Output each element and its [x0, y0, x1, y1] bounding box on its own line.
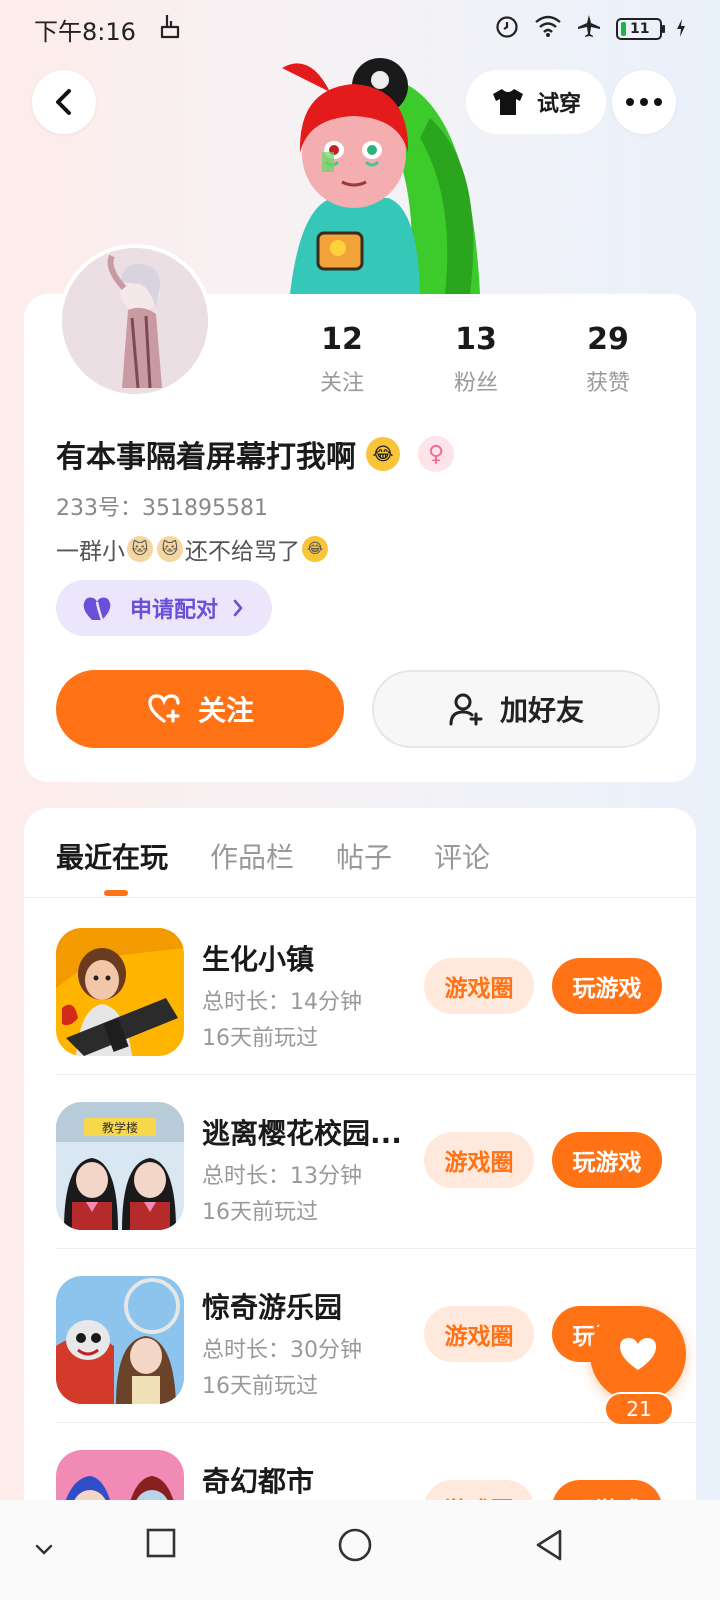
- double-heart-icon: [83, 597, 111, 621]
- nav-recents-button[interactable]: [146, 1528, 176, 1562]
- game-name: 生化小镇: [202, 943, 315, 976]
- game-circle-button[interactable]: 游戏圈: [424, 1132, 534, 1188]
- laughing-emoji-icon: 😂: [366, 437, 400, 471]
- more-dots-icon: [626, 98, 662, 106]
- following-count: 12: [321, 322, 363, 357]
- tshirt-icon: [492, 89, 523, 115]
- battery-icon: 11: [616, 18, 665, 40]
- hand-icon: [158, 13, 182, 45]
- following-stat[interactable]: 12 关注: [282, 322, 402, 397]
- game-last-played: 16天前玩过: [202, 1026, 318, 1051]
- game-name: 逃离樱花校园...: [202, 1117, 402, 1150]
- airplane-icon: [576, 13, 602, 45]
- followers-label: 粉丝: [453, 371, 498, 396]
- system-nav-bar: [0, 1500, 720, 1600]
- active-tab-indicator: [104, 890, 128, 896]
- back-arrow-icon: [56, 89, 71, 115]
- game-list-item[interactable]: 教学楼 逃离樱花校园... 总时长：13分钟 16天前玩过 游戏圈 玩游戏: [56, 1072, 696, 1248]
- status-bar: 下午8:16 11: [0, 0, 720, 58]
- bio-suffix: 还不给骂了: [185, 539, 300, 565]
- add-friend-label: 加好友: [499, 694, 584, 727]
- chevron-right-icon: [233, 599, 243, 617]
- try-on-label: 试穿: [536, 92, 581, 117]
- tab-comments[interactable]: 评论: [434, 836, 490, 876]
- profile-tabs: 最近在玩 作品栏 帖子 评论: [56, 836, 490, 876]
- game-name: 惊奇游乐园: [202, 1291, 343, 1324]
- game-duration: 总时长：30分钟: [202, 1338, 362, 1363]
- triangle-back-icon: [536, 1529, 562, 1561]
- play-game-button[interactable]: 玩游戏: [552, 958, 662, 1014]
- bio-prefix: 一群小: [56, 539, 125, 565]
- play-game-button[interactable]: 玩游戏: [552, 1132, 662, 1188]
- likes-count: 29: [587, 322, 629, 357]
- more-button[interactable]: [612, 70, 676, 134]
- nav-collapse-button[interactable]: [34, 1542, 54, 1561]
- female-gender-icon: ♀: [418, 436, 454, 472]
- pair-label: 申请配对: [130, 598, 219, 623]
- laughing-emoji-icon: 😂: [302, 536, 328, 562]
- follow-label: 关注: [197, 694, 254, 727]
- followers-stat[interactable]: 13 粉丝: [416, 322, 536, 397]
- game-circle-button[interactable]: 游戏圈: [424, 1306, 534, 1362]
- game-duration: 总时长：14分钟: [202, 990, 362, 1015]
- back-button[interactable]: [32, 70, 96, 134]
- game-list-item[interactable]: 生化小镇 总时长：14分钟 16天前玩过 游戏圈 玩游戏: [56, 898, 696, 1074]
- chevron-down-icon: [35, 1544, 53, 1555]
- game-icon: [56, 928, 184, 1056]
- nav-home-button[interactable]: [338, 1528, 372, 1566]
- battery-level: 11: [630, 21, 650, 37]
- game-circle-button[interactable]: 游戏圈: [424, 958, 534, 1014]
- wifi-icon: [534, 14, 562, 44]
- charging-icon: [676, 15, 686, 43]
- following-label: 关注: [319, 371, 364, 396]
- cat-emoji-icon: 🐱: [157, 536, 183, 562]
- circle-icon: [338, 1528, 372, 1562]
- nav-back-button[interactable]: [534, 1528, 564, 1566]
- game-last-played: 16天前玩过: [202, 1200, 318, 1225]
- heart-icon: [620, 1338, 656, 1370]
- avatar-character-image: [270, 58, 495, 294]
- try-on-button[interactable]: 试穿: [466, 70, 606, 134]
- username-row: 有本事隔着屏幕打我啊 😂 ♀: [56, 432, 454, 476]
- follow-button[interactable]: 关注: [56, 670, 344, 748]
- add-friend-button[interactable]: 加好友: [372, 670, 660, 748]
- like-button[interactable]: [590, 1306, 686, 1402]
- username: 有本事隔着屏幕打我啊: [56, 440, 356, 475]
- likes-label: 获赞: [585, 371, 630, 396]
- user-avatar[interactable]: [58, 244, 212, 398]
- likes-stat[interactable]: 29 获赞: [548, 322, 668, 397]
- school-sign-text: 教学楼: [102, 1120, 138, 1135]
- cat-emoji-icon: 🐱: [127, 536, 153, 562]
- square-icon: [146, 1528, 176, 1558]
- add-user-icon: [449, 693, 483, 726]
- alarm-icon: [494, 13, 520, 45]
- request-pair-button[interactable]: 申请配对: [56, 580, 272, 636]
- heart-plus-icon: [148, 694, 180, 723]
- status-time: 下午8:16: [34, 17, 136, 46]
- like-count: 21: [604, 1392, 674, 1426]
- game-icon: [56, 1276, 184, 1404]
- followers-count: 13: [455, 322, 497, 357]
- tab-recently-played[interactable]: 最近在玩: [56, 836, 168, 876]
- game-icon: 教学楼: [56, 1102, 184, 1230]
- game-last-played: 16天前玩过: [202, 1374, 318, 1399]
- game-name: 奇幻都市: [202, 1465, 315, 1498]
- user-id: 233号：351895581: [56, 496, 268, 521]
- user-bio: 一群小 🐱 🐱 还不给骂了 😂: [56, 532, 328, 566]
- tab-posts[interactable]: 帖子: [336, 836, 392, 876]
- game-duration: 总时长：13分钟: [202, 1164, 362, 1189]
- tab-works[interactable]: 作品栏: [210, 836, 294, 876]
